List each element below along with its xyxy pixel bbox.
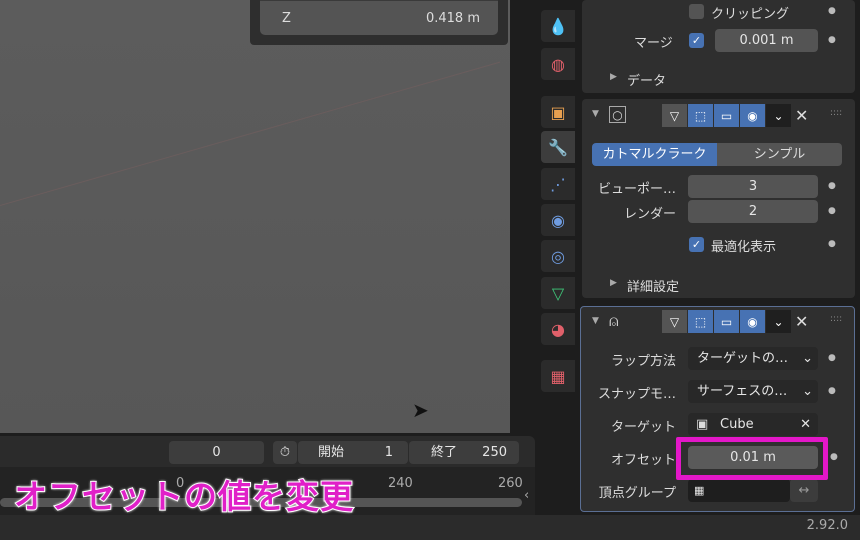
render-levels-field[interactable]: 2: [688, 200, 818, 223]
start-value: 1: [384, 445, 393, 460]
chevron-down-icon: ⌄: [802, 351, 813, 366]
material-tab-icon[interactable]: ◕: [541, 313, 575, 345]
snap-mode-dropdown[interactable]: サーフェスの… ⌄: [688, 380, 818, 403]
start-frame-field[interactable]: 開始 1: [298, 441, 408, 464]
version-label: 2.92.0: [806, 518, 848, 533]
physics-tab-icon[interactable]: ◉: [541, 204, 575, 236]
keyframe-dot[interactable]: ●: [828, 353, 836, 363]
mouse-cursor-icon: ➤: [412, 398, 429, 422]
end-value: 250: [482, 445, 507, 460]
status-bar: [0, 515, 860, 540]
expand-arrow-icon[interactable]: ▶: [610, 72, 617, 82]
particles-tab-icon[interactable]: ⋰: [541, 168, 575, 200]
merge-checkbox[interactable]: ✓: [689, 33, 704, 48]
ruler-tick: 260: [498, 476, 523, 491]
vertex-group-label: 頂点グループ: [598, 486, 676, 501]
current-frame-field[interactable]: 0: [169, 441, 264, 464]
collapse-sidebar-icon[interactable]: ‹: [524, 488, 529, 503]
end-frame-field[interactable]: 終了 250: [409, 441, 519, 464]
render-levels-label: レンダー: [623, 207, 676, 222]
remove-modifier-icon[interactable]: ✕: [795, 312, 808, 331]
drag-handle-icon[interactable]: ::::: [830, 314, 842, 324]
clipping-checkbox[interactable]: [689, 4, 704, 19]
edit-cage-toggle-icon[interactable]: ▽: [662, 310, 687, 333]
annotation-caption: オフセットの値を変更: [13, 476, 354, 517]
wrap-method-value: ターゲットの…: [697, 351, 789, 366]
ruler-tick: 240: [388, 476, 413, 491]
keyframe-dot[interactable]: ●: [828, 239, 836, 249]
vertex-group-icon: ▦: [694, 484, 705, 497]
wrap-method-dropdown[interactable]: ターゲットの… ⌄: [688, 347, 818, 370]
dropdown-chevron-icon[interactable]: ⌄: [766, 310, 791, 333]
viewport-display-toggle-icon[interactable]: ▭: [714, 310, 739, 333]
texture-tab-icon[interactable]: ▦: [541, 360, 575, 392]
clipping-label: クリッピング: [711, 7, 790, 22]
start-label: 開始: [318, 445, 345, 460]
render-toggle-icon[interactable]: ◉: [740, 104, 765, 127]
world-tab-icon[interactable]: ◍: [541, 48, 575, 80]
modifier-toggles: ▽ ⬚ ▭ ◉ ⌄: [662, 310, 791, 333]
data-subpanel-label[interactable]: データ: [627, 70, 666, 89]
object-tab-icon[interactable]: ▣: [541, 96, 575, 128]
dimension-z-field[interactable]: Z 0.418 m: [260, 0, 498, 35]
optimal-display-checkbox[interactable]: ✓: [689, 237, 704, 252]
chevron-down-icon: ⌄: [802, 384, 813, 399]
drag-handle-icon[interactable]: ::::: [830, 108, 842, 118]
merge-label: マージ: [634, 36, 673, 51]
modifier-wrench-tab-icon[interactable]: 🔧: [541, 131, 575, 163]
keyframe-dot[interactable]: ●: [828, 181, 836, 191]
viewport-levels-field[interactable]: 3: [688, 175, 818, 198]
viewport-display-toggle-icon[interactable]: ▭: [714, 104, 739, 127]
keyframe-dot[interactable]: ●: [828, 386, 836, 396]
mesh-data-tab-icon[interactable]: ▽: [541, 277, 575, 309]
simple-button[interactable]: シンプル: [717, 143, 842, 166]
object-icon: ▣: [696, 417, 709, 432]
collapse-arrow-icon[interactable]: ▼: [592, 316, 599, 326]
edit-mode-toggle-icon[interactable]: ⬚: [688, 310, 713, 333]
highlight-box: [676, 437, 828, 480]
z-value: 0.418 m: [425, 11, 480, 26]
subdivision-modifier-panel: [582, 99, 855, 298]
constraints-tab-icon[interactable]: ◎: [541, 240, 575, 272]
z-label: Z: [282, 11, 291, 26]
subdivision-icon: ○: [609, 106, 626, 123]
merge-distance-field[interactable]: 0.001 m: [715, 29, 818, 52]
catmull-clark-button[interactable]: カトマルクラーク: [592, 143, 717, 166]
stopwatch-icon[interactable]: ⏱: [273, 441, 297, 464]
modifier-toggles: ▽ ⬚ ▭ ◉ ⌄: [662, 104, 791, 127]
dropdown-chevron-icon[interactable]: ⌄: [766, 104, 791, 127]
remove-modifier-icon[interactable]: ✕: [795, 106, 808, 125]
expand-arrow-icon[interactable]: ▶: [610, 278, 617, 288]
keyframe-dot[interactable]: ●: [830, 452, 838, 462]
offset-label: オフセット: [610, 453, 676, 468]
target-value: Cube: [720, 417, 754, 432]
wrap-method-label: ラップ方法: [610, 354, 676, 369]
edit-cage-toggle-icon[interactable]: ▽: [662, 104, 687, 127]
invert-vertex-group-button[interactable]: ↔: [790, 479, 818, 502]
vertex-group-field[interactable]: ▦: [688, 479, 790, 502]
3d-viewport[interactable]: [0, 0, 510, 433]
advanced-subpanel-label[interactable]: 詳細設定: [627, 276, 679, 295]
snap-mode-label: スナップモ…: [597, 387, 676, 402]
target-label: ターゲット: [610, 420, 676, 435]
end-label: 終了: [431, 445, 458, 460]
target-object-field[interactable]: ▣ Cube ✕: [688, 413, 818, 436]
keyframe-dot[interactable]: ●: [828, 35, 836, 45]
keyframe-dot[interactable]: ●: [828, 6, 836, 16]
snap-mode-value: サーフェスの…: [697, 384, 788, 399]
tool-tab-icon[interactable]: 💧: [541, 10, 575, 42]
viewport-levels-label: ビューポー…: [597, 182, 676, 197]
render-toggle-icon[interactable]: ◉: [740, 310, 765, 333]
edit-mode-toggle-icon[interactable]: ⬚: [688, 104, 713, 127]
shrinkwrap-icon: ⍝: [609, 311, 619, 330]
keyframe-dot[interactable]: ●: [828, 206, 836, 216]
collapse-arrow-icon[interactable]: ▼: [592, 109, 599, 119]
optimal-display-label: 最適化表示: [711, 240, 777, 255]
clear-target-icon[interactable]: ✕: [800, 413, 811, 436]
